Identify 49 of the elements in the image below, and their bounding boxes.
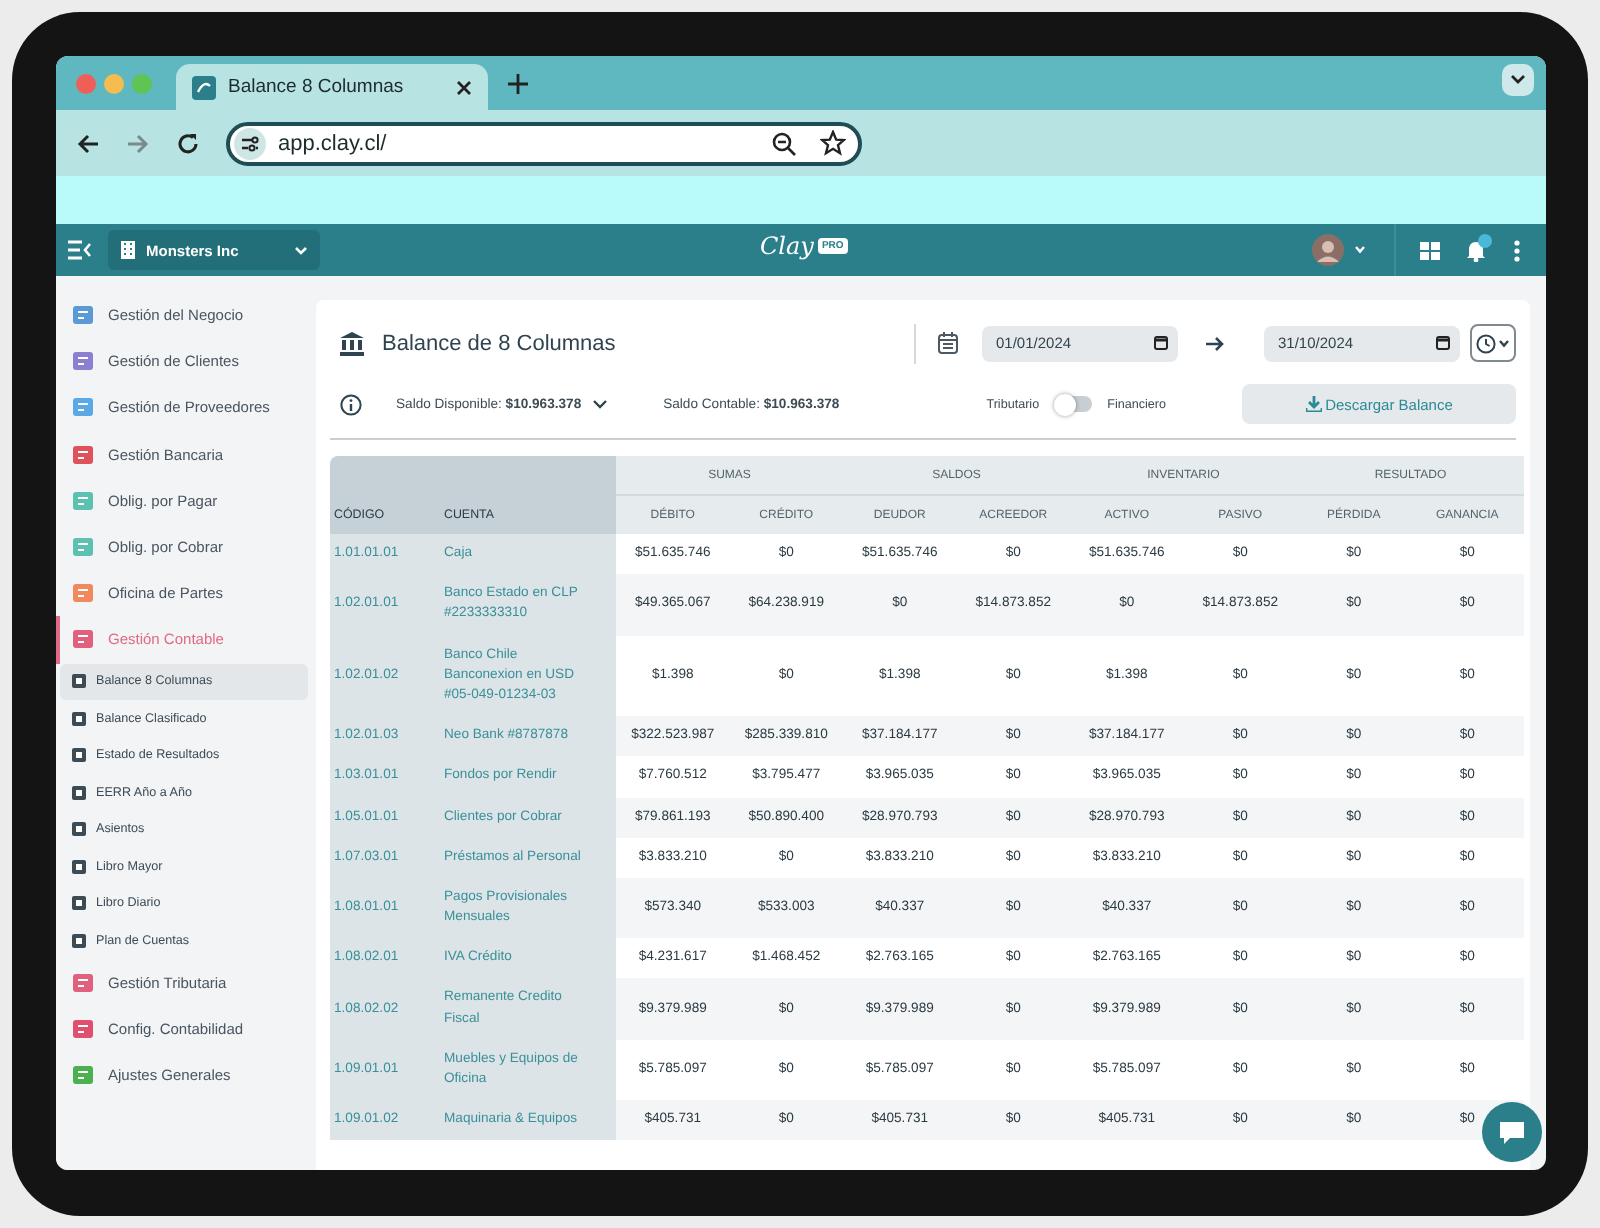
page-title: Balance de 8 Columnas [382, 331, 616, 355]
notification-badge-icon [1478, 233, 1492, 247]
favicon-icon [192, 75, 216, 99]
notifications-button[interactable] [1466, 239, 1486, 261]
site-settings-icon [234, 127, 266, 159]
calendar-icon [1154, 336, 1168, 350]
download-icon [1305, 396, 1322, 412]
clock-icon [1476, 333, 1496, 353]
chevron-down-icon [1498, 339, 1510, 347]
forward-icon[interactable] [126, 131, 150, 155]
more-options-icon[interactable] [1514, 239, 1520, 261]
page-icon [72, 896, 86, 911]
page-icon [72, 785, 86, 800]
page-icon [72, 711, 86, 726]
tab-list-button[interactable] [1502, 64, 1534, 96]
chevron-down-icon[interactable] [591, 399, 608, 409]
url-text: app.clay.cl/ [278, 131, 389, 155]
apps-grid-icon[interactable] [1420, 241, 1440, 259]
account-menu[interactable] [1312, 234, 1366, 266]
reload-icon[interactable] [176, 131, 200, 155]
page-icon [72, 748, 86, 763]
arrow-right-icon [1206, 335, 1224, 351]
calendar-icon [938, 332, 958, 354]
bell-icon [1466, 239, 1486, 261]
url-field[interactable]: app.clay.cl/ [226, 121, 862, 165]
star-icon[interactable] [820, 130, 846, 156]
tab-title: Balance 8 Columnas [228, 76, 406, 98]
page-icon [72, 933, 86, 948]
close-icon[interactable] [456, 79, 472, 95]
page-icon [72, 674, 86, 689]
page-icon [72, 822, 86, 837]
info-icon [340, 393, 362, 415]
calendar-icon [1436, 336, 1450, 350]
building-icon [120, 240, 136, 260]
mode-toggle[interactable] [1055, 396, 1092, 412]
menu-icon[interactable] [68, 240, 92, 260]
bank-icon [340, 331, 364, 355]
chat-icon [1500, 1121, 1524, 1143]
page-icon [72, 859, 86, 874]
zoom-icon[interactable] [772, 131, 796, 155]
logo-text: Clay [760, 232, 814, 260]
period-button[interactable] [1470, 324, 1516, 362]
back-icon[interactable] [76, 131, 100, 155]
browser-tab[interactable]: Balance 8 Columnas [176, 64, 488, 110]
chevron-down-icon [294, 245, 308, 255]
new-tab-icon[interactable] [508, 73, 528, 93]
chevron-down-icon [1510, 74, 1526, 86]
chevron-down-icon [1354, 246, 1366, 254]
avatar-icon [1312, 234, 1344, 266]
